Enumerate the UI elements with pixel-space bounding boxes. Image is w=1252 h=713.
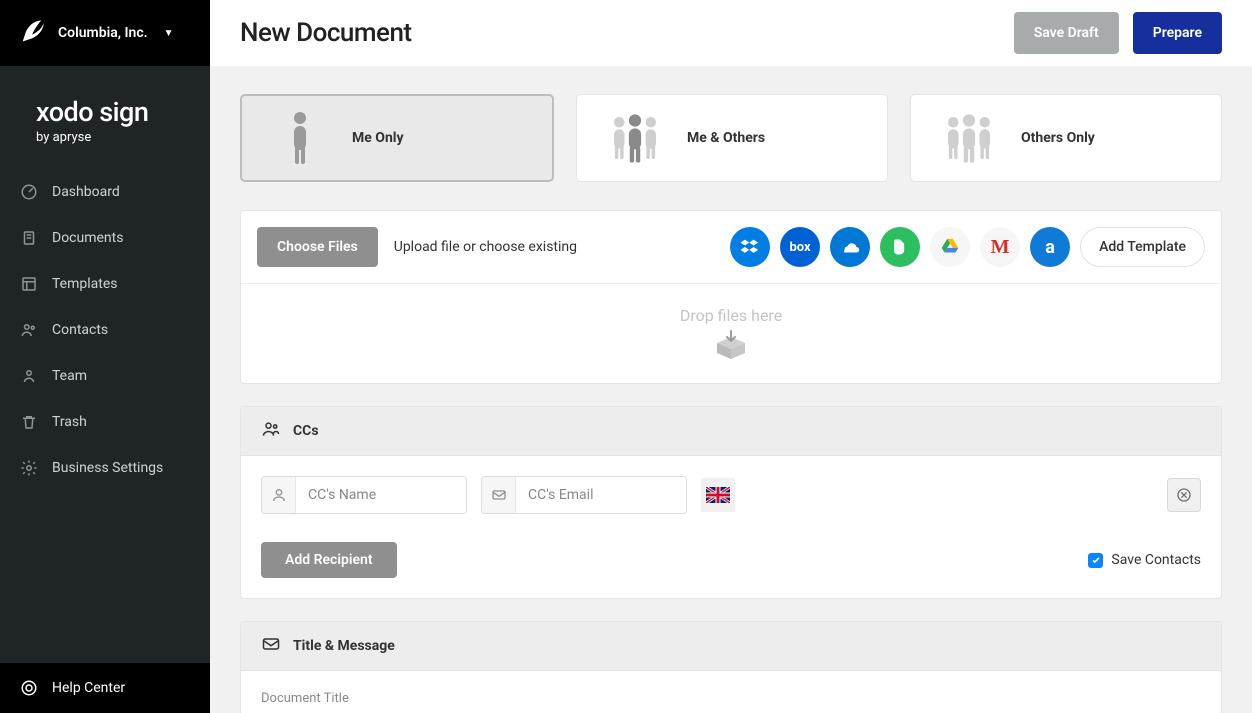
dropbox-source-button[interactable] <box>730 227 770 267</box>
person-icon <box>262 477 296 513</box>
cc-name-input[interactable] <box>296 477 466 513</box>
sidebar-item-label: Templates <box>52 276 118 292</box>
sidebar-item-label: Business Settings <box>52 460 163 476</box>
ccs-header-label: CCs <box>293 423 319 439</box>
cc-email-input[interactable] <box>516 477 686 513</box>
sidebar-footer: Help Center <box>0 663 210 713</box>
sidebar-item-label: Contacts <box>52 322 108 338</box>
sidebar: Columbia, Inc. ▼ xodo sign by apryse Das… <box>0 0 210 713</box>
sidebar-nav: Dashboard Documents Templates Contacts <box>0 169 210 491</box>
sidebar-item-trash[interactable]: Trash <box>0 399 210 445</box>
org-switcher[interactable]: Columbia, Inc. ▼ <box>0 0 210 66</box>
sidebar-item-dashboard[interactable]: Dashboard <box>0 169 210 215</box>
cc-row <box>261 476 1201 514</box>
sidebar-item-help-center[interactable]: Help Center <box>0 663 210 713</box>
sidebar-item-label: Documents <box>52 230 123 246</box>
evernote-source-button[interactable] <box>880 227 920 267</box>
onedrive-source-button[interactable] <box>830 227 870 267</box>
speedometer-icon <box>20 183 38 201</box>
prepare-button[interactable]: Prepare <box>1133 12 1222 54</box>
upload-hint: Upload file or choose existing <box>394 239 577 255</box>
dropzone-box-icon <box>713 329 749 361</box>
team-icon <box>20 367 38 385</box>
trash-icon <box>20 413 38 431</box>
signer-option-me-only[interactable]: Me Only <box>240 94 554 182</box>
upload-panel: Choose Files Upload file or choose exist… <box>240 210 1222 384</box>
sidebar-item-business-settings[interactable]: Business Settings <box>0 445 210 491</box>
org-name: Columbia, Inc. <box>58 25 148 41</box>
ccs-section-header: CCs <box>241 407 1221 456</box>
save-contacts-label: Save Contacts <box>1111 552 1201 568</box>
group-icon-neutral <box>941 108 997 168</box>
sidebar-item-contacts[interactable]: Contacts <box>0 307 210 353</box>
contacts-small-icon <box>261 419 281 443</box>
lifesaver-icon <box>20 679 38 697</box>
brand-sub: by apryse <box>36 130 210 145</box>
signer-option-others-only[interactable]: Others Only <box>910 94 1222 182</box>
gear-icon <box>20 459 38 477</box>
topbar: New Document Save Draft Prepare <box>210 0 1252 66</box>
sidebar-item-documents[interactable]: Documents <box>0 215 210 261</box>
envelope-open-icon <box>261 634 281 658</box>
documents-icon <box>20 229 38 247</box>
title-message-panel: Title & Message Document Title <box>240 621 1222 713</box>
title-section-header: Title & Message <box>241 622 1221 671</box>
document-title-label: Document Title <box>261 691 1201 706</box>
language-flag-button[interactable] <box>701 478 735 512</box>
signer-option-label: Others Only <box>1021 130 1095 146</box>
save-contacts-toggle[interactable]: Save Contacts <box>1088 552 1201 568</box>
sidebar-item-team[interactable]: Team <box>0 353 210 399</box>
brand-main: xodo sign <box>36 96 210 128</box>
save-draft-button[interactable]: Save Draft <box>1014 12 1119 54</box>
cloud-sources-row: box M a Add Template <box>730 227 1205 267</box>
cc-email-group <box>481 476 687 514</box>
sidebar-item-templates[interactable]: Templates <box>0 261 210 307</box>
signer-options-row: Me Only Me & Others <box>240 94 1222 182</box>
ccs-panel: CCs <box>240 406 1222 599</box>
feather-logo-icon <box>18 17 46 49</box>
sidebar-item-label: Help Center <box>52 680 125 696</box>
google-drive-source-button[interactable] <box>930 227 970 267</box>
title-header-label: Title & Message <box>293 638 395 654</box>
amazon-source-button[interactable]: a <box>1030 227 1070 267</box>
envelope-icon <box>482 477 516 513</box>
dropzone[interactable]: Drop files here <box>241 283 1221 383</box>
box-source-button[interactable]: box <box>780 227 820 267</box>
signer-option-me-others[interactable]: Me & Others <box>576 94 888 182</box>
checkbox-checked-icon <box>1088 553 1103 568</box>
templates-icon <box>20 275 38 293</box>
sidebar-item-label: Dashboard <box>52 184 120 200</box>
caret-down-icon: ▼ <box>164 28 174 39</box>
signer-option-label: Me Only <box>352 130 404 146</box>
cc-name-group <box>261 476 467 514</box>
choose-files-button[interactable]: Choose Files <box>257 227 378 267</box>
gmail-source-button[interactable]: M <box>980 227 1020 267</box>
remove-cc-button[interactable] <box>1167 478 1201 512</box>
brand-block: xodo sign by apryse <box>0 66 210 169</box>
dropzone-label: Drop files here <box>680 306 782 325</box>
sidebar-item-label: Team <box>52 368 87 384</box>
add-recipient-button[interactable]: Add Recipient <box>261 542 397 578</box>
add-template-button[interactable]: Add Template <box>1080 227 1205 267</box>
group-icon-mixed <box>607 108 663 168</box>
contacts-icon <box>20 321 38 339</box>
page-title: New Document <box>240 18 412 48</box>
signer-option-label: Me & Others <box>687 130 765 146</box>
sidebar-item-label: Trash <box>52 414 87 430</box>
single-person-icon <box>272 108 328 168</box>
